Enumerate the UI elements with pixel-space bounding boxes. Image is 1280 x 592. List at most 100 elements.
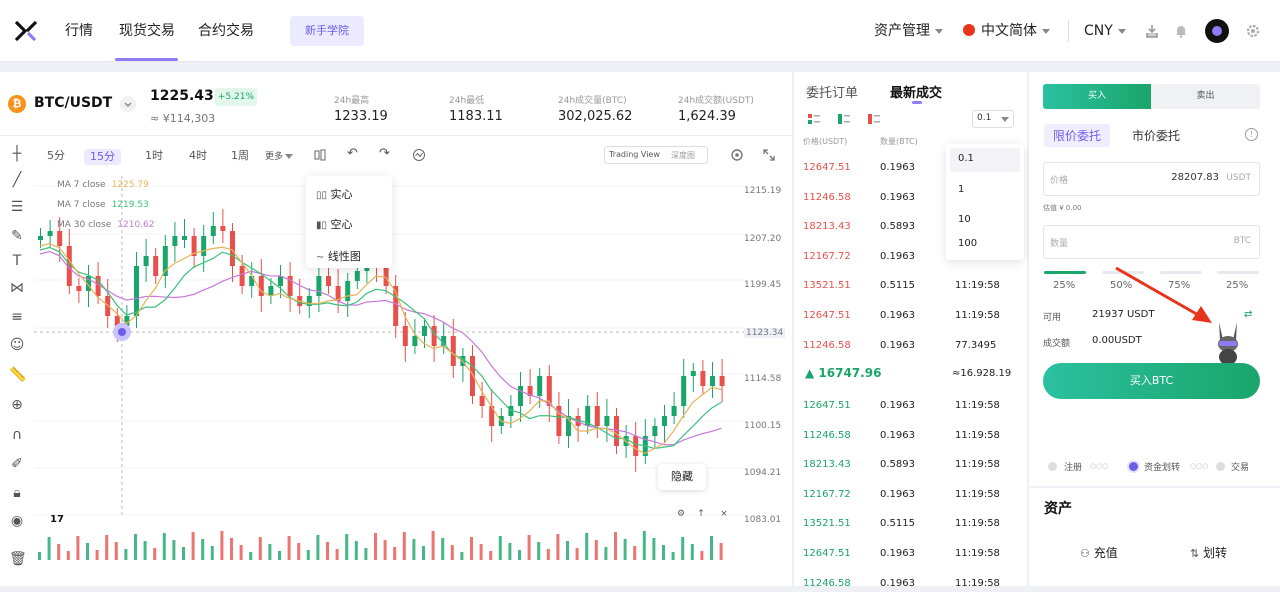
buy-tab[interactable]: 买入 — [1043, 84, 1151, 109]
pencil-lock-icon[interactable]: ✐ — [9, 456, 25, 472]
market-order-tab[interactable]: 市价委托 — [1132, 127, 1180, 144]
timeframe-5m[interactable]: 5分 — [47, 149, 65, 163]
crosshair-icon[interactable]: ┼ — [9, 146, 25, 162]
volume-bar — [450, 545, 454, 560]
menu-hollow[interactable]: ▮▯ 空心 — [316, 216, 353, 232]
step-transfer[interactable]: 资金划转 — [1144, 460, 1180, 473]
zoom-in-icon[interactable]: ⊕ — [9, 397, 25, 413]
redo-icon[interactable]: ↷ — [379, 146, 390, 161]
indicator-icon[interactable] — [412, 148, 426, 162]
settings-mini-icon[interactable]: ⚙ — [674, 507, 688, 521]
trading-pair[interactable]: BTC/USDT — [34, 95, 112, 111]
nav-market[interactable]: 行情 — [65, 22, 93, 40]
asks-row[interactable]: 12647.51 0.1963 11:19:58 — [803, 310, 1013, 324]
step-trade[interactable]: 交易 — [1231, 460, 1249, 473]
hover-marker-dot — [118, 328, 126, 336]
percent-bar-25[interactable] — [1044, 271, 1086, 274]
percent-label[interactable]: 25% — [1053, 280, 1075, 291]
asks-row[interactable]: 11246.58 0.1963 77.3495 — [803, 340, 1013, 354]
gear-icon[interactable] — [1245, 23, 1261, 39]
stat-high-value: 1233.19 — [334, 109, 388, 124]
volume-bar — [604, 547, 608, 560]
book-asks-icon[interactable] — [868, 114, 880, 124]
bids-row[interactable]: 12647.51 0.1963 11:19:58 — [803, 548, 1013, 562]
sell-tab[interactable]: 卖出 — [1151, 84, 1260, 109]
text-tool-icon[interactable]: T — [9, 253, 25, 269]
depth-option[interactable]: 0.1 — [958, 153, 974, 164]
timeframe-4h[interactable]: 4时 — [189, 149, 207, 163]
position-tool-icon[interactable]: ≡ — [9, 309, 25, 325]
fullscreen-icon[interactable] — [762, 148, 776, 162]
volume-bar — [114, 542, 118, 560]
bids-row[interactable]: 13521.51 0.5115 11:19:58 — [803, 518, 1013, 532]
ruler-icon[interactable]: 📏 — [9, 367, 26, 383]
currency-selector[interactable]: CNY — [1084, 22, 1126, 40]
menu-solid[interactable]: ▯▯ 实心 — [316, 186, 353, 202]
bids-row[interactable]: 12167.72 0.1963 11:19:58 — [803, 489, 1013, 503]
percent-label[interactable]: 25% — [1226, 280, 1248, 291]
percent-bar-100[interactable] — [1217, 271, 1259, 274]
info-icon[interactable]: ! — [1245, 128, 1258, 141]
bids-row[interactable]: 11246.58 0.1963 11:19:58 — [803, 578, 1013, 592]
nav-futures[interactable]: 合约交易 — [198, 22, 254, 40]
eye-icon[interactable]: ◉ — [9, 513, 25, 529]
lock-icon[interactable]: 🔒︎ — [9, 485, 25, 501]
depth-option[interactable]: 10 — [958, 214, 971, 225]
undo-icon[interactable]: ↶ — [347, 146, 358, 161]
depth-option[interactable]: 1 — [958, 184, 964, 195]
depth-chart-tab[interactable]: 深度图 — [671, 150, 695, 161]
bids-row[interactable]: 11246.58 0.1963 11:19:58 — [803, 430, 1013, 444]
download-icon[interactable] — [1144, 23, 1160, 39]
percent-bar-75[interactable] — [1160, 271, 1202, 274]
trendline-icon[interactable]: ╱ — [9, 172, 25, 188]
tab-latest-trades[interactable]: 最新成交 — [890, 82, 942, 101]
depth-option[interactable]: 100 — [958, 238, 977, 249]
user-avatar[interactable] — [1205, 19, 1229, 43]
bell-icon[interactable] — [1173, 23, 1189, 39]
emoji-icon[interactable]: ☺ — [9, 337, 25, 353]
timeframe-1h[interactable]: 1时 — [145, 149, 163, 163]
trash-icon[interactable]: 🗑︎ — [9, 551, 27, 567]
transfer-button[interactable]: ⇅ 划转 — [1190, 544, 1227, 561]
close-icon[interactable]: × — [717, 507, 731, 521]
bids-row[interactable]: 18213.43 0.5893 11:19:58 — [803, 459, 1013, 473]
menu-line[interactable]: ∼ 线性图 — [316, 248, 361, 264]
depth-select[interactable]: 0.1 — [972, 110, 1014, 128]
tab-open-orders[interactable]: 委托订单 — [806, 82, 858, 101]
percent-label[interactable]: 50% — [1110, 280, 1132, 291]
deposit-button[interactable]: ⚇ 充值 — [1080, 544, 1118, 561]
limit-order-tab[interactable]: 限价委托 — [1044, 124, 1111, 147]
candle — [700, 371, 706, 386]
asks-row[interactable]: 13521.51 0.5115 11:19:58 — [803, 280, 1013, 294]
language-selector[interactable]: 中文简体 — [963, 22, 1050, 40]
percent-bar-50[interactable] — [1102, 271, 1144, 274]
book-both-icon[interactable] — [808, 114, 820, 124]
pattern-icon[interactable]: ⋈ — [9, 280, 25, 296]
newbie-academy-button[interactable]: 新手学院 — [290, 16, 364, 46]
magnet-icon[interactable]: ∩ — [9, 427, 25, 443]
timeframe-15m[interactable]: 15分 — [84, 149, 121, 165]
more-timeframes[interactable]: 更多 — [265, 150, 294, 164]
buy-btc-button[interactable]: 买入BTC — [1043, 363, 1260, 399]
bids-row[interactable]: 12647.51 0.1963 11:19:58 — [803, 400, 1013, 414]
transfer-swap-icon[interactable]: ⇄ — [1244, 309, 1252, 320]
exchange-logo[interactable] — [14, 19, 38, 43]
brush-icon[interactable]: ✎ — [9, 228, 25, 244]
settings-icon[interactable] — [730, 148, 744, 162]
chevron-down-icon[interactable] — [120, 96, 136, 112]
hide-tooltip[interactable]: 隐藏 — [658, 464, 706, 490]
asset-management-menu[interactable]: 资产管理 — [874, 22, 943, 40]
arrow-up-icon[interactable]: ↑ — [694, 507, 708, 521]
book-bids-icon[interactable] — [838, 114, 850, 124]
timeframe-1w[interactable]: 1周 — [231, 149, 249, 163]
price-input[interactable]: 价格 28207.83 USDT — [1043, 162, 1260, 196]
amount-input[interactable]: 数量 BTC — [1043, 225, 1260, 259]
candle-style-icon[interactable] — [313, 148, 327, 162]
order-time: 11:19:58 — [955, 400, 1000, 411]
nav-spot[interactable]: 现货交易 — [119, 22, 175, 40]
volume-bar — [57, 544, 61, 560]
tradingview-tab[interactable]: Trading View — [609, 150, 660, 159]
percent-label[interactable]: 75% — [1168, 280, 1190, 291]
step-register[interactable]: 注册 — [1064, 460, 1082, 473]
fib-lines-icon[interactable]: ☰ — [9, 199, 25, 215]
